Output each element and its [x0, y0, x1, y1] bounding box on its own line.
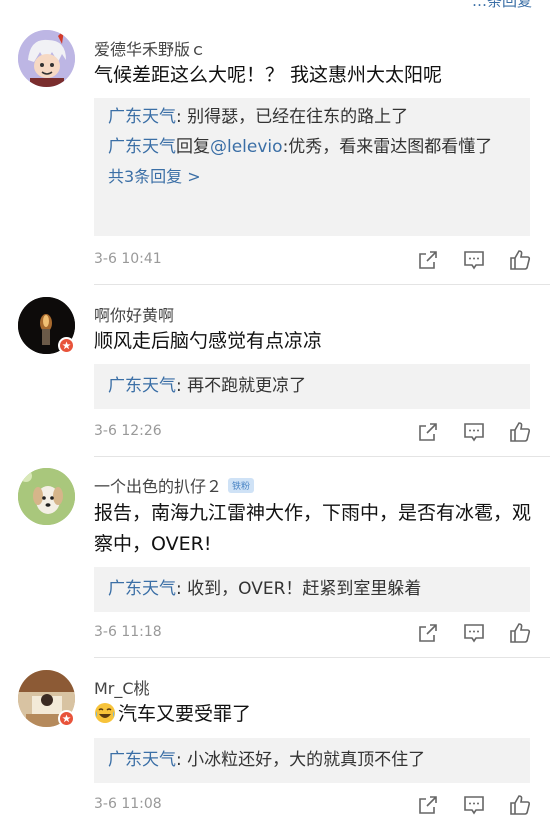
reply-box[interactable]: 广东天气: 别得瑟，已经在往东的路上了 广东天气回复@lelevio:优秀，看来… [94, 98, 530, 236]
username[interactable]: 爱德华禾野版ｃ [94, 36, 206, 60]
like-icon[interactable] [508, 621, 532, 645]
divider [94, 657, 550, 658]
reply-mention[interactable]: @lelevio [210, 137, 283, 157]
reply-text: : 收到，OVER！赶紧到室里躲着 [176, 579, 422, 599]
reply-text: : 小冰粒还好，大的就真顶不住了 [176, 750, 426, 770]
reply[interactable]: 广东天气: 别得瑟，已经在往东的路上了 [108, 102, 516, 132]
action-bar [416, 248, 532, 272]
fan-badge: 铁粉 [228, 478, 255, 493]
avatar[interactable] [18, 30, 75, 87]
reply-author[interactable]: 广东天气 [108, 107, 176, 127]
comment-icon[interactable] [462, 248, 486, 272]
reply-text: : 别得瑟，已经在往东的路上了 [176, 107, 409, 127]
more-replies-link[interactable]: 共3条回复 > [108, 162, 516, 192]
comment-icon[interactable] [462, 621, 486, 645]
reply-box[interactable]: 广东天气: 小冰粒还好，大的就真顶不住了 [94, 738, 530, 783]
username[interactable]: 一个出色的扒仔２ 铁粉 [94, 473, 255, 497]
star-icon [62, 714, 71, 723]
share-icon[interactable] [416, 420, 440, 444]
reply[interactable]: 广东天气: 小冰粒还好，大的就真顶不住了 [108, 742, 516, 779]
timestamp: 3-6 12:26 [94, 423, 162, 439]
reply-verb: 回复 [176, 137, 210, 157]
reply-author[interactable]: 广东天气 [108, 376, 176, 396]
like-icon[interactable] [508, 420, 532, 444]
star-icon [62, 341, 71, 350]
username-text[interactable]: 一个出色的扒仔２ [94, 477, 222, 496]
reply-text: :优秀，看来雷达图都看懂了 [282, 137, 493, 157]
verified-badge [58, 710, 75, 727]
share-icon[interactable] [416, 793, 440, 817]
divider [94, 456, 550, 457]
reply[interactable]: 广东天气回复@lelevio:优秀，看来雷达图都看懂了 [108, 132, 516, 162]
comment-meta: 3-6 11:18 [94, 621, 532, 647]
comment-meta: 3-6 10:41 [94, 248, 532, 274]
timestamp: 3-6 11:08 [94, 796, 162, 812]
comment-text-content: 汽车又要受罪了 [118, 703, 252, 725]
reply-author[interactable]: 广东天气 [108, 137, 176, 157]
comment-text: 顺风走后脑勺感觉有点凉凉 [94, 330, 323, 352]
comment-text: 气候差距这么大呢！？ 我这惠州大太阳呢 [94, 64, 443, 86]
action-bar [416, 793, 532, 817]
verified-badge [58, 337, 75, 354]
username[interactable]: Mr_C桃 [94, 675, 150, 699]
comment-icon[interactable] [462, 420, 486, 444]
reply-box[interactable]: 广东天气: 收到，OVER！赶紧到室里躲着 [94, 567, 530, 612]
comment-meta: 3-6 12:26 [94, 420, 532, 446]
reply[interactable]: 广东天气: 收到，OVER！赶紧到室里躲着 [108, 571, 516, 608]
action-bar [416, 621, 532, 645]
comment-text: 报告，南海九江雷神大作，下雨中，是否有冰雹，观察中，OVER! [94, 502, 532, 555]
reply[interactable]: 广东天气: 再不跑就更凉了 [108, 368, 516, 405]
reply-text: : 再不跑就更凉了 [176, 376, 307, 396]
divider [94, 284, 550, 285]
timestamp: 3-6 11:18 [94, 624, 162, 640]
username[interactable]: 啊你好黄啊 [94, 302, 174, 326]
like-icon[interactable] [508, 248, 532, 272]
comment-text: 汽车又要受罪了 [94, 699, 532, 730]
reply-author[interactable]: 广东天气 [108, 579, 176, 599]
action-bar [416, 420, 532, 444]
top-cut-link[interactable]: …条回复 [472, 0, 532, 11]
share-icon[interactable] [416, 248, 440, 272]
like-icon[interactable] [508, 793, 532, 817]
reply-box[interactable]: 广东天气: 再不跑就更凉了 [94, 364, 530, 409]
comment-meta: 3-6 11:08 [94, 793, 532, 819]
share-icon[interactable] [416, 621, 440, 645]
timestamp: 3-6 10:41 [94, 251, 162, 267]
reply-author[interactable]: 广东天气 [108, 750, 176, 770]
avatar[interactable] [18, 468, 75, 525]
laugh-cry-emoji-icon [95, 703, 115, 723]
comment-icon[interactable] [462, 793, 486, 817]
